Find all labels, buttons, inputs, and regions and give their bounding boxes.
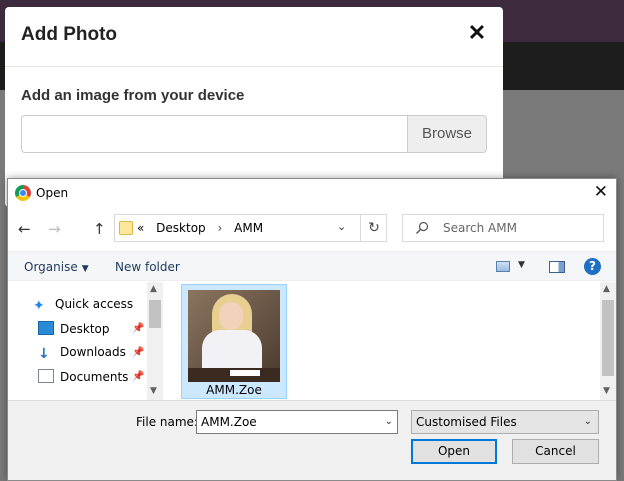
help-icon[interactable]: ? [584,258,601,275]
forward-arrow-icon[interactable]: → [48,220,61,238]
address-dropdown-icon[interactable]: ⌄ [337,220,346,233]
modal-header: Add Photo ✕ [5,7,503,67]
organise-label: Organise [24,260,78,274]
star-icon: ✦ [33,298,45,314]
file-thumbnail [188,290,280,382]
file-path-input[interactable] [21,115,407,153]
organise-menu[interactable]: Organise ▼ [24,260,89,274]
navigation-pane: ✦ Quick access Desktop 📌 ↓ Downloads 📌 Doc… [8,282,163,400]
breadcrumb-separator-icon[interactable]: › [218,221,223,235]
close-icon[interactable]: ✕ [465,21,489,45]
sidebar-item-desktop[interactable]: Desktop [38,321,110,336]
scroll-down-icon[interactable]: ▼ [603,386,610,396]
file-list: AMM.Zoe [165,282,599,400]
refresh-icon[interactable]: ↻ [360,215,387,241]
breadcrumb: « Desktop › AMM [137,221,271,235]
desktop-icon [38,321,54,335]
pin-icon[interactable]: 📌 [132,323,144,334]
breadcrumb-overflow[interactable]: « [137,221,144,235]
file-tile[interactable]: AMM.Zoe [181,284,287,399]
scroll-thumb[interactable] [602,300,614,376]
add-photo-modal: Add Photo ✕ Add an image from your devic… [5,7,503,207]
sidebar-item-downloads[interactable]: ↓ Downloads [38,345,126,362]
sidebar-item-label: Desktop [60,322,110,336]
preview-pane-icon[interactable] [549,261,565,273]
chevron-down-icon[interactable]: ⌄ [385,416,393,427]
up-arrow-icon[interactable]: ↑ [93,220,106,238]
address-bar[interactable]: « Desktop › AMM ⌄ ↻ [114,214,387,242]
caret-down-icon: ▼ [81,264,89,274]
search-placeholder: Search AMM [443,221,517,235]
view-mode-icon[interactable] [496,261,510,272]
dialog-title: Open [36,186,69,200]
back-arrow-icon[interactable]: ← [18,220,31,238]
file-type-value: Customised Files [416,415,517,429]
file-list-scrollbar[interactable]: ▲ ▼ [600,282,616,400]
scroll-thumb[interactable] [149,300,161,328]
dialog-nav-bar: ← → ↑ « Desktop › AMM ⌄ ↻ Search AMM [8,207,616,249]
file-name-input[interactable]: AMM.Zoe ⌄ [196,410,398,434]
breadcrumb-item-desktop[interactable]: Desktop [156,221,206,235]
sidebar-item-quick-access[interactable]: ✦ Quick access [33,297,134,314]
scroll-up-icon[interactable]: ▲ [150,284,157,294]
search-box[interactable]: Search AMM [402,214,604,242]
open-button[interactable]: Open [411,439,497,464]
view-dropdown-icon[interactable]: ▼ [518,260,525,270]
chevron-down-icon: ⌄ [583,416,592,427]
dialog-footer: File name: AMM.Zoe ⌄ Customised Files ⌄ … [8,400,616,480]
dialog-titlebar: Open ✕ [8,179,616,207]
file-name-label: AMM.Zoe [206,383,262,397]
search-icon [416,221,429,234]
sidebar-item-label: Downloads [60,345,126,359]
new-folder-button[interactable]: New folder [115,260,180,274]
file-name-value: AMM.Zoe [201,415,257,429]
open-file-dialog: Open ✕ ← → ↑ « Desktop › AMM ⌄ ↻ Search … [7,178,617,481]
file-type-select[interactable]: Customised Files ⌄ [411,410,599,434]
modal-title: Add Photo [21,24,118,45]
command-bar: Organise ▼ New folder ▼ ? [8,251,616,281]
file-name-field-label: File name: [136,415,198,429]
sidebar-item-label: Quick access [55,297,134,311]
folder-icon [119,221,133,235]
modal-subtitle: Add an image from your device [21,87,245,104]
navigation-scrollbar[interactable]: ▲ ▼ [147,282,163,400]
scroll-down-icon[interactable]: ▼ [150,386,157,396]
dialog-close-icon[interactable]: ✕ [594,182,608,202]
breadcrumb-item-amm[interactable]: AMM [234,221,263,235]
sidebar-item-label: Documents [60,370,129,384]
pin-icon[interactable]: 📌 [132,347,144,358]
scroll-up-icon[interactable]: ▲ [603,284,610,294]
pin-icon[interactable]: 📌 [132,371,144,382]
browse-button[interactable]: Browse [407,115,487,153]
documents-icon [38,369,54,383]
sidebar-item-documents[interactable]: Documents [38,369,128,384]
downloads-icon: ↓ [38,346,50,362]
cancel-button[interactable]: Cancel [512,439,599,464]
chrome-icon [15,185,31,201]
